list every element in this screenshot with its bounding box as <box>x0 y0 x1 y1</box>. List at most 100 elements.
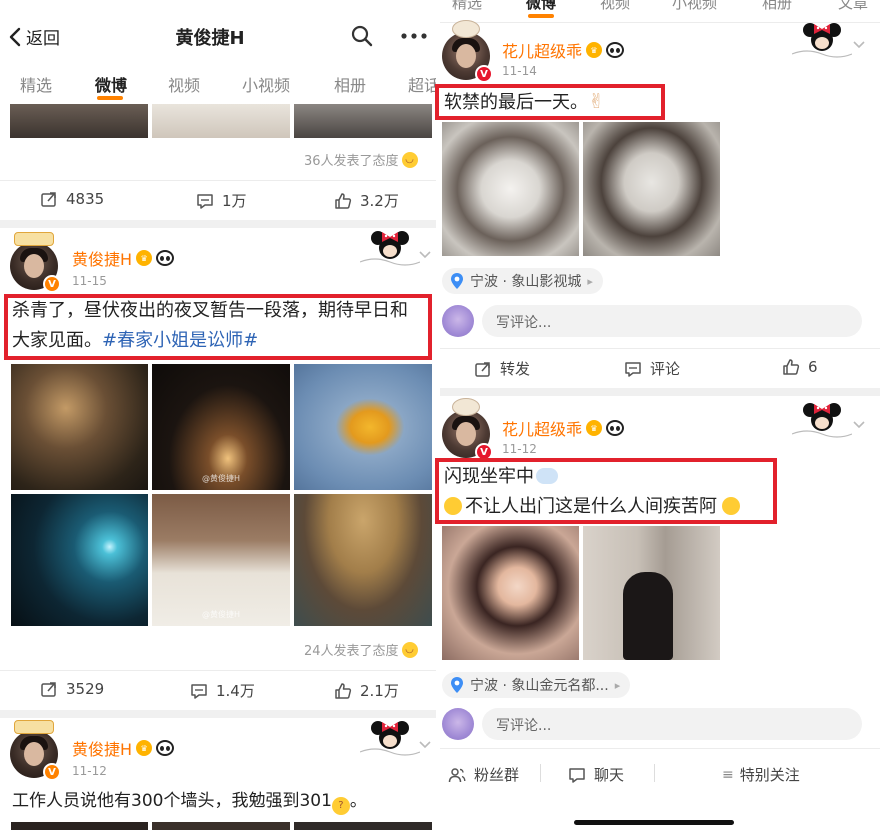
post1-footer-divider <box>0 180 436 181</box>
post1-like-button[interactable]: 3.2万 <box>334 190 399 211</box>
post1-reaction-text: 36人发表了态度 <box>304 154 399 169</box>
postB-comment-input[interactable]: 写评论... <box>482 708 862 740</box>
minnie-card-decoration-icon <box>360 231 420 266</box>
postB-author-avatar[interactable]: V <box>442 398 493 461</box>
smile-emoji-icon: ◡ <box>401 151 418 168</box>
post2-repost-count: 3529 <box>66 680 105 698</box>
post2-author-avatar[interactable]: V <box>10 232 61 293</box>
post1-repost-button[interactable]: 4835 <box>40 190 104 208</box>
tab-video[interactable]: 视频 <box>168 72 200 96</box>
postB-date: 11-12 <box>502 442 537 456</box>
post1-image-3[interactable] <box>294 104 432 138</box>
post3-author-name: 黄俊捷H <box>72 740 133 759</box>
postB-image-2[interactable] <box>583 526 720 660</box>
postA-location[interactable]: 宁波 · 象山影视城 ▸ <box>442 268 603 294</box>
tab-super-topic[interactable]: 超话 <box>408 72 436 96</box>
post2-image-6[interactable] <box>294 494 432 626</box>
avatar-pendant-decoration <box>452 398 480 416</box>
tab-featured[interactable]: 精选 <box>452 0 482 13</box>
post2-reactions[interactable]: 24人发表了态度 ◡ <box>304 640 418 659</box>
postA-image-2[interactable] <box>583 122 720 256</box>
repost-icon <box>41 192 56 207</box>
post1-repost-count: 4835 <box>66 190 105 208</box>
minnie-card-decoration-icon <box>792 23 852 58</box>
postA-like-button[interactable]: 6 <box>782 358 818 376</box>
post2-like-button[interactable]: 2.1万 <box>334 680 399 701</box>
panda-icon <box>156 250 175 266</box>
post3-image-1[interactable] <box>11 822 148 830</box>
location-pin-icon <box>451 677 463 693</box>
people-icon <box>448 767 466 782</box>
post2-image-2[interactable]: @黄俊捷H <box>152 364 290 490</box>
current-user-avatar <box>442 708 474 740</box>
post3-author-avatar[interactable]: V <box>10 720 61 781</box>
chevron-right-icon: ▸ <box>587 274 593 288</box>
repost-icon <box>41 682 56 697</box>
postB-author[interactable]: 花儿超级乖 ♛ <box>502 416 625 440</box>
thinking-emoji-icon: ? <box>331 797 350 815</box>
thumbs-up-icon <box>335 682 352 699</box>
more-button[interactable] <box>400 22 428 50</box>
tab-featured[interactable]: 精选 <box>20 72 52 96</box>
smile-emoji-icon: ◡ <box>401 641 418 658</box>
tab-short-video[interactable]: 小视频 <box>672 0 717 13</box>
postA-author[interactable]: 花儿超级乖 ♛ <box>502 38 625 62</box>
postA-image-1[interactable] <box>442 122 579 256</box>
postA-footer-divider <box>440 348 880 349</box>
postA-author-avatar[interactable]: V <box>442 20 493 83</box>
post3-text: 工作人员说他有300个墙头，我勉强到301?。 <box>12 786 432 816</box>
tab-album[interactable]: 相册 <box>762 0 792 13</box>
post3-author[interactable]: 黄俊捷H ♛ <box>72 736 175 760</box>
post2-image-5[interactable]: @黄俊捷H <box>152 494 290 626</box>
postA-comment-button[interactable]: 评论 <box>624 358 680 379</box>
post1-like-count: 3.2万 <box>360 192 399 210</box>
more-dots-icon <box>401 33 427 39</box>
tab-short-video[interactable]: 小视频 <box>242 72 290 96</box>
postA-comment-label: 评论 <box>650 360 681 378</box>
verified-badge-icon: V <box>475 65 493 83</box>
chat-bubble-icon <box>569 767 585 783</box>
panda-icon <box>606 42 625 58</box>
fans-group-button[interactable]: 粉丝群 <box>448 764 519 785</box>
post2-footer-divider <box>0 670 436 671</box>
tab-video[interactable]: 视频 <box>600 0 630 13</box>
bottom-bar-separator <box>654 764 655 782</box>
post2-image-3[interactable] <box>294 364 432 490</box>
post1-image-1[interactable] <box>10 104 148 138</box>
post3-image-2[interactable] <box>152 822 290 830</box>
photo-figure <box>623 572 673 660</box>
post2-image-1[interactable] <box>11 364 148 490</box>
chevron-down-icon[interactable] <box>852 40 866 50</box>
postA-repost-button[interactable]: 转发 <box>474 358 530 379</box>
tab-weibo[interactable]: 微博 <box>95 72 127 96</box>
post2-comment-button[interactable]: 1.4万 <box>190 680 255 701</box>
post1-reactions[interactable]: 36人发表了态度 ◡ <box>304 150 418 169</box>
chevron-down-icon[interactable] <box>852 420 866 430</box>
special-follow-label: 特别关注 <box>739 766 800 784</box>
postB-location[interactable]: 宁波 · 象山金元名都... ▸ <box>442 672 631 698</box>
post2-author[interactable]: 黄俊捷H ♛ <box>72 246 175 270</box>
chat-button[interactable]: 聊天 <box>568 764 624 785</box>
tab-album[interactable]: 相册 <box>334 72 366 96</box>
verified-badge-icon: V <box>43 763 61 781</box>
home-indicator <box>574 820 734 825</box>
search-button[interactable] <box>348 22 376 50</box>
back-button[interactable]: 返回 <box>8 24 60 49</box>
post-separator <box>440 388 880 396</box>
post2-reaction-text: 24人发表了态度 <box>304 644 399 659</box>
post1-image-2[interactable] <box>152 104 290 138</box>
chevron-down-icon[interactable] <box>418 250 432 260</box>
postA-author-name: 花儿超级乖 <box>502 42 583 61</box>
post3-image-3[interactable] <box>294 822 432 830</box>
special-follow-button[interactable]: ≡ 特别关注 <box>722 764 800 785</box>
avatar-pendant-decoration <box>14 720 54 734</box>
postA-comment-input[interactable]: 写评论... <box>482 305 862 337</box>
post2-image-4[interactable] <box>11 494 148 626</box>
tab-article[interactable]: 文章 <box>838 0 868 13</box>
postB-image-1[interactable] <box>442 526 579 660</box>
post1-comment-button[interactable]: 1万 <box>196 190 247 211</box>
tab-weibo[interactable]: 微博 <box>526 0 556 13</box>
post2-author-name: 黄俊捷H <box>72 250 133 269</box>
chevron-down-icon[interactable] <box>418 740 432 750</box>
post2-repost-button[interactable]: 3529 <box>40 680 104 698</box>
